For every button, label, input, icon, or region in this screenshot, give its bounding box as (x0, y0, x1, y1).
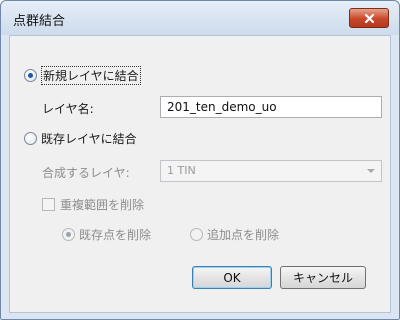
delete-overlap-option[interactable]: 重複範囲を削除 (42, 196, 144, 213)
dialog-body: 新規レイヤに結合 レイヤ名: 既存レイヤに結合 合成するレイヤ: 1 TIN 重… (9, 35, 391, 313)
layer-name-label: レイヤ名: (42, 102, 94, 116)
layer-name-input[interactable] (160, 96, 382, 118)
window-title: 点群結合 (13, 14, 66, 29)
delete-added-points-option[interactable]: 追加点を削除 (190, 226, 279, 243)
cancel-button[interactable]: キャンセル (280, 266, 366, 289)
delete-added-points-label: 追加点を削除 (207, 228, 280, 242)
delete-added-points-radio[interactable] (190, 228, 203, 241)
delete-existing-points-radio[interactable] (62, 228, 75, 241)
chevron-down-icon (367, 169, 375, 173)
merge-layer-select[interactable]: 1 TIN (160, 160, 382, 182)
title-bar[interactable]: 点群結合 (1, 1, 399, 35)
existing-layer-radio[interactable] (24, 132, 37, 145)
close-button[interactable] (349, 8, 389, 28)
close-icon (364, 13, 374, 23)
merge-layer-row: 合成するレイヤ: (42, 164, 130, 181)
new-layer-label: 新規レイヤに結合 (41, 66, 141, 85)
delete-existing-points-label: 既存点を削除 (79, 228, 152, 242)
ok-button[interactable]: OK (192, 266, 272, 289)
layer-name-row: レイヤ名: (42, 100, 94, 117)
merge-layer-value: 1 TIN (167, 164, 196, 177)
delete-overlap-checkbox[interactable] (42, 198, 55, 211)
existing-layer-option[interactable]: 既存レイヤに結合 (24, 130, 137, 147)
merge-layer-label: 合成するレイヤ: (42, 166, 130, 180)
new-layer-radio[interactable] (24, 69, 37, 82)
existing-layer-label: 既存レイヤに結合 (41, 132, 137, 146)
new-layer-option[interactable]: 新規レイヤに結合 (24, 66, 141, 85)
merge-dialog: 点群結合 新規レイヤに結合 レイヤ名: 既存レイヤに結合 合成するレイヤ: 1 … (0, 0, 400, 320)
delete-overlap-label: 重複範囲を削除 (60, 198, 145, 212)
delete-existing-points-option[interactable]: 既存点を削除 (62, 226, 151, 243)
